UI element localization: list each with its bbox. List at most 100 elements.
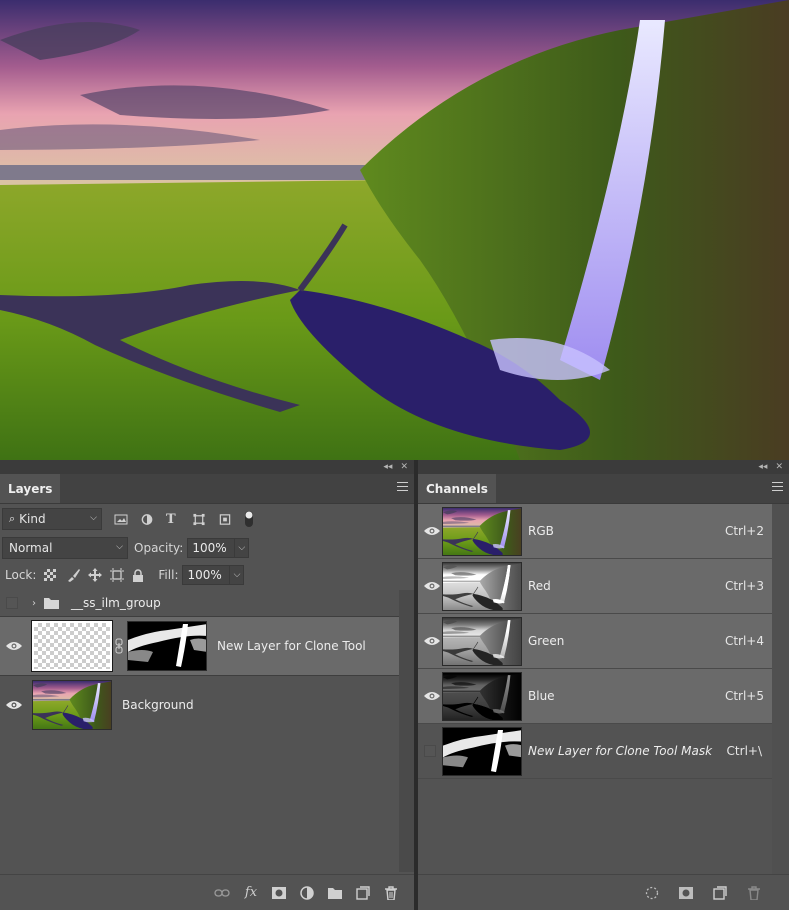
blend-mode-value: Normal bbox=[9, 541, 53, 555]
layer-list: › __ss_ilm_group New Layer for Clone Too… bbox=[0, 590, 399, 734]
channels-scrollbar[interactable] bbox=[772, 504, 789, 876]
layer-name[interactable]: New Layer for Clone Tool bbox=[217, 639, 366, 653]
lock-position-icon[interactable] bbox=[88, 568, 103, 582]
channel-name: Blue bbox=[528, 689, 555, 703]
channel-thumbnail bbox=[442, 507, 522, 556]
chevron-down-icon: ⌵ bbox=[90, 513, 97, 523]
channel-row-mask[interactable]: New Layer for Clone Tool Mask Ctrl+\ bbox=[418, 724, 772, 779]
channel-name: Red bbox=[528, 579, 551, 593]
chevron-down-icon: ⌵ bbox=[116, 542, 123, 552]
channel-thumbnail bbox=[442, 672, 522, 721]
folder-icon bbox=[44, 598, 59, 609]
link-layers-icon[interactable] bbox=[214, 888, 230, 898]
adjustment-filter-icon[interactable] bbox=[140, 513, 154, 526]
group-visibility-box[interactable] bbox=[6, 597, 18, 609]
layer-row-background[interactable]: Background bbox=[0, 675, 399, 734]
adjustment-layer-icon[interactable] bbox=[300, 885, 314, 900]
waterfall-photo bbox=[0, 0, 789, 460]
eye-icon[interactable] bbox=[6, 700, 22, 710]
channel-row-rgb[interactable]: RGB Ctrl+2 bbox=[418, 504, 772, 559]
tab-layers[interactable]: Layers bbox=[0, 474, 61, 503]
new-group-folder-icon[interactable] bbox=[328, 886, 342, 900]
channel-thumbnail bbox=[442, 727, 522, 776]
close-icon[interactable]: ✕ bbox=[775, 460, 783, 474]
chevron-right-icon[interactable]: › bbox=[32, 598, 36, 609]
channel-shortcut: Ctrl+4 bbox=[724, 634, 764, 648]
opacity-input[interactable]: 100% bbox=[187, 538, 236, 558]
channel-visibility-box[interactable] bbox=[424, 745, 436, 757]
layers-bottom-toolbar: fx bbox=[0, 874, 414, 910]
channels-bottom-toolbar bbox=[418, 874, 789, 910]
channels-panel: ◂◂ ✕ Channels RGB Ctrl+2 Red Ctrl+3 Gree… bbox=[418, 460, 789, 910]
layers-panel: ◂◂ ✕ Layers ⌕ Kind ⌵ T Normal ⌵ Opacity:… bbox=[0, 460, 414, 910]
search-icon: ⌕ bbox=[9, 512, 16, 525]
panel-menu-icon[interactable] bbox=[772, 482, 783, 491]
eye-icon[interactable] bbox=[6, 641, 22, 651]
filter-toggle-icon[interactable] bbox=[244, 509, 254, 529]
channel-shortcut: Ctrl+5 bbox=[724, 689, 764, 703]
close-icon[interactable]: ✕ bbox=[400, 460, 408, 474]
tab-channels[interactable]: Channels bbox=[418, 474, 496, 503]
add-mask-icon[interactable] bbox=[272, 886, 286, 900]
panel-header: ◂◂ ✕ bbox=[418, 460, 789, 474]
lock-all-icon[interactable] bbox=[132, 568, 144, 582]
lock-transparent-icon[interactable] bbox=[44, 569, 57, 581]
blend-row: Normal ⌵ Opacity: 100% ⌵ bbox=[0, 536, 250, 560]
layer-mask-thumbnail[interactable] bbox=[127, 621, 207, 671]
panel-menu-icon[interactable] bbox=[397, 482, 408, 491]
channels-tab-row: Channels bbox=[418, 474, 789, 504]
panel-header: ◂◂ ✕ bbox=[0, 460, 414, 474]
eye-icon[interactable] bbox=[424, 636, 440, 646]
layer-thumbnail[interactable] bbox=[31, 620, 113, 672]
layer-row-clone[interactable]: New Layer for Clone Tool bbox=[0, 616, 399, 675]
fill-slider-button[interactable]: ⌵ bbox=[230, 565, 245, 585]
channel-shortcut: Ctrl+3 bbox=[724, 579, 764, 593]
lock-label: Lock: bbox=[5, 568, 37, 582]
fx-icon[interactable]: fx bbox=[244, 885, 258, 900]
smart-object-filter-icon[interactable] bbox=[218, 513, 232, 526]
blend-mode-dropdown[interactable]: Normal ⌵ bbox=[2, 537, 128, 559]
layer-group-row[interactable]: › __ss_ilm_group bbox=[0, 590, 399, 616]
eye-icon[interactable] bbox=[424, 691, 440, 701]
channel-name: RGB bbox=[528, 524, 554, 538]
layers-tab-row: Layers bbox=[0, 474, 414, 504]
eye-icon[interactable] bbox=[424, 581, 440, 591]
load-selection-icon[interactable] bbox=[645, 886, 659, 900]
lock-image-brush-icon[interactable] bbox=[66, 568, 81, 582]
channel-thumbnail bbox=[442, 617, 522, 666]
fill-label: Fill: bbox=[158, 568, 179, 582]
opacity-label: Opacity: bbox=[134, 541, 184, 555]
eye-icon[interactable] bbox=[424, 526, 440, 536]
channel-name: New Layer for Clone Tool Mask bbox=[528, 744, 713, 758]
fill-input[interactable]: 100% bbox=[182, 565, 231, 585]
filter-kind-dropdown[interactable]: ⌕ Kind ⌵ bbox=[2, 508, 102, 530]
group-name: __ss_ilm_group bbox=[71, 596, 161, 610]
collapse-icon[interactable]: ◂◂ bbox=[383, 460, 392, 474]
channel-row-blue[interactable]: Blue Ctrl+5 bbox=[418, 669, 772, 724]
link-icon[interactable] bbox=[115, 638, 123, 654]
trash-icon[interactable] bbox=[384, 885, 398, 900]
layer-name[interactable]: Background bbox=[122, 698, 194, 712]
type-filter-icon[interactable]: T bbox=[166, 513, 180, 526]
shape-filter-icon[interactable] bbox=[192, 513, 206, 526]
channel-thumbnail bbox=[442, 562, 522, 611]
layer-thumbnail[interactable] bbox=[32, 680, 112, 730]
opacity-slider-button[interactable]: ⌵ bbox=[235, 538, 250, 558]
channel-row-red[interactable]: Red Ctrl+3 bbox=[418, 559, 772, 614]
channel-name: Green bbox=[528, 634, 565, 648]
channel-row-green[interactable]: Green Ctrl+4 bbox=[418, 614, 772, 669]
layers-scrollbar[interactable] bbox=[399, 590, 414, 872]
collapse-icon[interactable]: ◂◂ bbox=[758, 460, 767, 474]
lock-artboard-icon[interactable] bbox=[110, 568, 125, 582]
trash-icon[interactable] bbox=[747, 885, 761, 900]
layer-filter-row: ⌕ Kind ⌵ T bbox=[0, 507, 254, 531]
new-layer-icon[interactable] bbox=[356, 885, 370, 900]
filter-kind-value: Kind bbox=[19, 512, 46, 526]
channel-shortcut: Ctrl+\ bbox=[726, 744, 762, 758]
channel-shortcut: Ctrl+2 bbox=[724, 524, 764, 538]
new-channel-icon[interactable] bbox=[713, 885, 727, 900]
lock-row: Lock: Fill: 100% ⌵ bbox=[0, 563, 245, 587]
document-canvas[interactable] bbox=[0, 0, 789, 460]
pixel-filter-icon[interactable] bbox=[114, 513, 128, 526]
save-mask-icon[interactable] bbox=[679, 886, 693, 900]
